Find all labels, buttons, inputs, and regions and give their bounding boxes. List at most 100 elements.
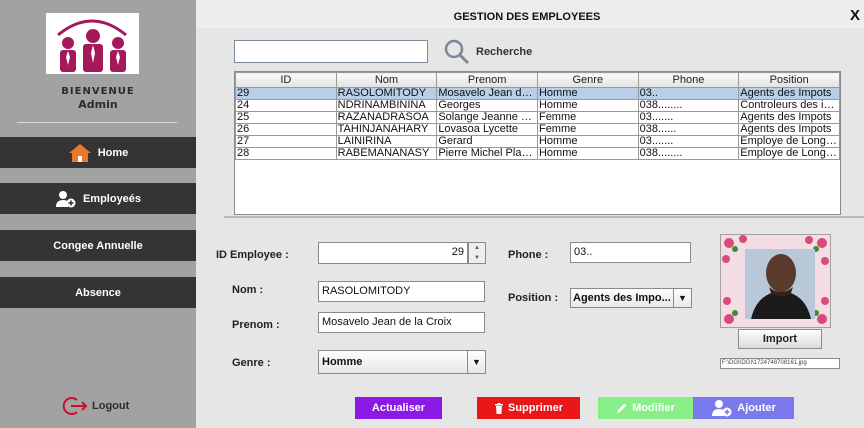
chevron-down-icon[interactable]: ▼ — [467, 351, 485, 373]
search-button[interactable] — [444, 39, 470, 68]
cell-genre: Homme — [536, 135, 639, 148]
column-header-prenom[interactable]: Prenom — [436, 72, 538, 88]
column-header-id[interactable]: ID — [235, 72, 337, 88]
chevron-down-icon[interactable]: ▼ — [673, 289, 691, 307]
photo-path-field[interactable]: F:\DGI\DGI\1724748708161.jpg — [720, 358, 840, 369]
table-row[interactable]: 28 RABEMANANASY Pierre Michel Placide Ho… — [235, 147, 840, 160]
nav-employees-button[interactable]: Employeés — [0, 183, 196, 214]
cell-genre: Homme — [536, 147, 639, 160]
id-employee-spinner[interactable]: 29 — [318, 242, 468, 264]
trash-icon — [494, 402, 503, 414]
team-logo-icon — [57, 19, 127, 72]
sidebar: BIENVENUE Admin Home Employeés Congee An… — [0, 0, 196, 428]
id-spinner-arrows[interactable]: ▲ ▼ — [468, 242, 486, 264]
cell-prenom: Solange Jeanne d'Arc — [436, 111, 538, 124]
cell-prenom: Mosavelo Jean de la Croix — [436, 87, 538, 100]
cell-phone: 03....... — [637, 135, 740, 148]
cell-position: Controleurs des impots — [738, 99, 840, 112]
cell-genre: Homme — [536, 99, 639, 112]
modifier-button[interactable]: Modifier — [598, 397, 693, 419]
logout-label: Logout — [92, 400, 130, 412]
column-header-phone[interactable]: Phone — [637, 72, 740, 88]
genre-select[interactable]: Homme ▼ — [318, 350, 486, 374]
cell-genre: Homme — [536, 87, 639, 100]
welcome-text: BIENVENUE — [61, 86, 135, 97]
cell-nom: TAHINJANAHARY — [335, 123, 438, 136]
cell-phone: 03....... — [637, 111, 740, 124]
position-select[interactable]: Agents des Impo... ▼ — [570, 288, 692, 308]
nom-label: Nom : — [232, 284, 264, 296]
cell-id: 25 — [235, 111, 337, 124]
cell-position: Employe de Longue Duree — [738, 147, 840, 160]
cell-position: Agents des Impots — [738, 111, 840, 124]
ajouter-button[interactable]: Ajouter — [693, 397, 794, 419]
ajouter-label: Ajouter — [737, 402, 776, 414]
employee-photo-image — [721, 235, 830, 327]
current-user: Admin — [78, 98, 118, 111]
cell-nom: NDRINAMBININA — [335, 99, 438, 112]
phone-label: Phone : — [508, 249, 549, 261]
main-panel: GESTION DES EMPLOYEES X Recherche ID Nom… — [196, 0, 864, 428]
nav-home-button[interactable]: Home — [0, 137, 196, 168]
nav-congee-button[interactable]: Congee Annuelle — [0, 230, 196, 261]
nav-absence-label: Absence — [75, 286, 121, 299]
modifier-label: Modifier — [632, 402, 675, 414]
cell-nom: LAINIRINA — [335, 135, 438, 148]
cell-prenom: Lovasoa Lycette — [436, 123, 538, 136]
cell-id: 24 — [235, 99, 337, 112]
column-header-genre[interactable]: Genre — [536, 72, 639, 88]
cell-nom: RASOLOMITODY — [335, 87, 438, 100]
table-row[interactable]: 25 RAZANADRASOA Solange Jeanne d'Arc Fem… — [235, 111, 840, 124]
spin-up-icon[interactable]: ▲ — [469, 243, 485, 253]
table-body: 29 RASOLOMITODY Mosavelo Jean de la Croi… — [235, 87, 840, 160]
nom-field[interactable]: RASOLOMITODY — [318, 281, 485, 302]
section-divider — [224, 216, 864, 218]
cell-position: Agents des Impots — [738, 87, 840, 100]
import-button[interactable]: Import — [738, 329, 822, 349]
nav-home-label: Home — [97, 146, 129, 159]
add-user-icon — [712, 400, 732, 417]
cell-id: 27 — [235, 135, 337, 148]
cell-position: Employe de Longue Duree — [738, 135, 840, 148]
table-row[interactable]: 27 LAINIRINA Gerard Homme 03....... Empl… — [235, 135, 840, 148]
supprimer-button[interactable]: Supprimer — [477, 397, 580, 419]
column-header-position[interactable]: Position — [738, 72, 840, 88]
employee-table[interactable]: ID Nom Prenom Genre Phone Position 29 RA… — [234, 71, 841, 215]
nav-employees-label: Employeés — [82, 192, 142, 205]
cell-phone: 038........ — [637, 147, 740, 160]
spin-down-icon[interactable]: ▼ — [469, 253, 485, 263]
search-label: Recherche — [476, 46, 533, 58]
search-input[interactable] — [234, 40, 428, 63]
actualiser-button[interactable]: Actualiser — [355, 397, 442, 419]
cell-nom: RAZANADRASOA — [335, 111, 438, 124]
position-select-value: Agents des Impo... — [573, 292, 671, 304]
company-logo — [46, 13, 139, 74]
cell-nom: RABEMANANASY — [335, 147, 438, 160]
cell-id: 26 — [235, 123, 337, 136]
table-row[interactable]: 29 RASOLOMITODY Mosavelo Jean de la Croi… — [235, 87, 840, 100]
home-icon — [68, 143, 91, 162]
search-icon — [444, 39, 470, 65]
actualiser-label: Actualiser — [371, 402, 426, 414]
cell-prenom: Georges — [436, 99, 538, 112]
cell-genre: Femme — [536, 111, 639, 124]
table-row[interactable]: 24 NDRINAMBININA Georges Homme 038......… — [235, 99, 840, 112]
table-row[interactable]: 26 TAHINJANAHARY Lovasoa Lycette Femme 0… — [235, 123, 840, 136]
cell-phone: 038........ — [637, 99, 740, 112]
cell-id: 28 — [235, 147, 337, 160]
prenom-field[interactable]: Mosavelo Jean de la Croix — [318, 312, 485, 333]
phone-field[interactable]: 03.. — [570, 242, 691, 263]
add-user-icon — [55, 190, 76, 207]
nav-congee-label: Congee Annuelle — [53, 239, 143, 252]
cell-prenom: Gerard — [436, 135, 538, 148]
divider — [17, 122, 177, 123]
nav-absence-button[interactable]: Absence — [0, 277, 196, 308]
logout-icon — [62, 397, 88, 415]
close-button[interactable]: X — [850, 7, 860, 24]
cell-phone: 038...... — [637, 123, 740, 136]
column-header-nom[interactable]: Nom — [335, 72, 438, 88]
cell-position: Agents des Impots — [738, 123, 840, 136]
genre-select-value: Homme — [322, 356, 363, 368]
logout-button[interactable]: Logout — [62, 396, 129, 416]
cell-prenom: Pierre Michel Placide — [436, 147, 538, 160]
